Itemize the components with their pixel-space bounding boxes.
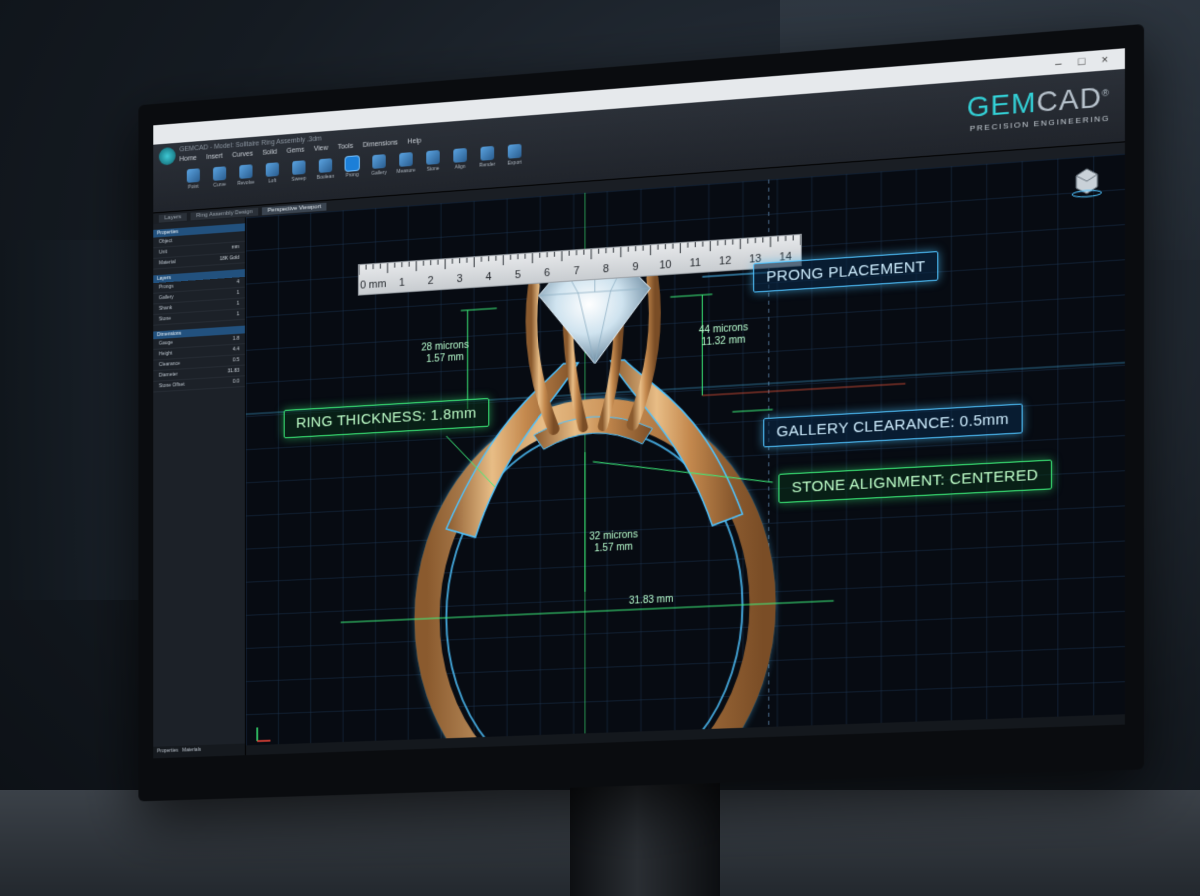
tool-revolve-button[interactable]: Revolve [236,164,257,187]
tool-sweep-button[interactable]: Sweep [288,160,309,183]
panel-footer-tabs: Properties Materials [153,743,245,758]
tool-render-button[interactable]: Render [477,146,498,169]
dimension-label-4: 31.83 mm [629,594,673,608]
point-icon [187,168,200,183]
ruler-label: 3 [445,272,474,286]
ruler-label: 1 [388,276,417,290]
prong-icon [346,156,359,171]
export-icon [508,144,522,159]
screen: – □ × GEMCAD - Model: Solitaire Ring Ass… [153,48,1125,758]
tool-curve-button[interactable]: Curve [209,166,230,189]
boolean-icon [319,158,332,173]
tool-loft-button[interactable]: Loft [262,162,283,185]
revolve-icon [239,164,252,179]
menu-solid[interactable]: Solid [262,149,277,160]
menu-help[interactable]: Help [408,138,422,149]
tool-measure-button[interactable]: Measure [395,152,416,175]
dimension-label-1: 28 microns 1.57 mm [421,340,468,367]
monitor: – □ × GEMCAD - Model: Solitaire Ring Ass… [138,24,1144,801]
tool-export-button[interactable]: Export [504,144,526,167]
gallery-icon [372,154,385,169]
footer-tab-properties[interactable]: Properties [157,748,178,755]
footer-tab-materials[interactable]: Materials [182,747,201,753]
menu-insert[interactable]: Insert [206,153,222,164]
properties-panel: Properties Object Unit mm Material 18K Gol… [153,217,246,758]
perspective-viewport[interactable]: 0 mm 1 2 3 4 5 6 7 8 9 10 11 12 13 14 PRONG PLACEMENT … [246,154,1125,755]
tool-align-button[interactable]: Align [449,148,470,171]
curve-icon [213,166,226,181]
dimension-label-2: 44 microns 11.32 mm [699,322,748,349]
ruler-label: 7 [562,264,591,278]
menu-dimensions[interactable]: Dimensions [363,139,398,152]
ruler-label: 10 [650,258,680,272]
tool-gallery-button[interactable]: Gallery [368,154,389,177]
view-cube-icon[interactable] [1068,161,1106,201]
maximize-button[interactable]: □ [1070,55,1093,69]
menu-tools[interactable]: Tools [338,143,354,154]
tool-stone-button[interactable]: Stone [422,150,443,173]
dimension-label-3: 32 microns 1.57 mm [589,529,637,555]
brand-name-b: CAD [1037,81,1102,118]
sweep-icon [292,160,305,175]
align-icon [453,148,467,163]
background-shelf [0,240,150,600]
app-logo-icon[interactable] [159,147,176,166]
workspace: Properties Object Unit mm Material 18K Gol… [153,154,1125,759]
loft-icon [266,162,279,177]
brand-name-a: GEM [967,86,1037,123]
ruler-label: 4 [474,270,503,284]
tool-boolean-button[interactable]: Boolean [315,158,336,181]
tool-prong-button[interactable]: Prong [342,156,363,179]
ruler-label: 11 [680,256,710,270]
ruler-label: 5 [503,268,532,282]
ruler-label: 8 [591,262,621,276]
menu-view[interactable]: View [314,145,328,156]
ruler-label: 12 [710,254,740,268]
menu-home[interactable]: Home [179,155,196,166]
menu-gems[interactable]: Gems [287,147,305,158]
stone-icon [426,150,440,165]
ruler-label: 0 mm [359,278,388,292]
menu-curves[interactable]: Curves [232,151,253,162]
measure-icon [399,152,412,167]
ruler-label: 6 [532,266,561,280]
axis-gizmo-icon [253,725,272,745]
minimize-button[interactable]: – [1047,57,1070,71]
render-icon [481,146,495,161]
ruler-label: 9 [621,260,651,274]
tool-point-button[interactable]: Point [183,168,204,191]
close-button[interactable]: × [1093,53,1116,67]
ruler-label: 2 [416,274,445,288]
